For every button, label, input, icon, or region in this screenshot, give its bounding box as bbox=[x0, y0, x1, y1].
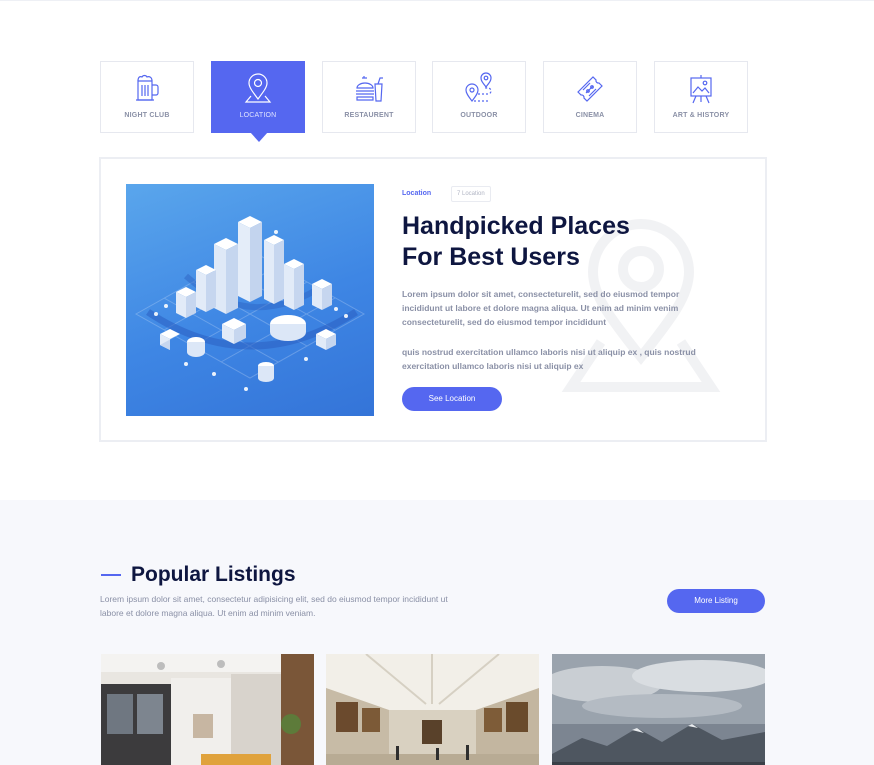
feature-card: Location 7 Location Handpicked Places Fo… bbox=[99, 157, 767, 442]
section-description: Lorem ipsum dolor sit amet, consectetur … bbox=[100, 594, 448, 618]
feature-paragraph-2: quis nostrud exercitation ullamco labori… bbox=[402, 347, 696, 371]
tab-art-history[interactable]: ART & HISTORY bbox=[654, 61, 748, 133]
easel-painting-icon bbox=[655, 72, 747, 106]
feature-paragraph-1: Lorem ipsum dolor sit amet, consecteture… bbox=[402, 289, 680, 327]
top-divider bbox=[0, 0, 874, 1]
more-listing-button[interactable]: More Listing bbox=[667, 589, 765, 613]
art-gallery-photo[interactable] bbox=[326, 654, 539, 765]
tab-night-club[interactable]: NIGHT CLUB bbox=[100, 61, 194, 133]
tab-label: OUTDOOR bbox=[460, 112, 498, 119]
map-pin-icon bbox=[212, 72, 304, 106]
tab-label: NIGHT CLUB bbox=[124, 112, 170, 119]
see-location-button[interactable]: See Location bbox=[402, 387, 502, 411]
ticket-icon bbox=[544, 72, 636, 106]
feature-headline: Handpicked Places For Best Users bbox=[402, 211, 702, 273]
popular-listings-section: Popular Listings Lorem ipsum dolor sit a… bbox=[0, 500, 874, 765]
restaurant-interior-photo[interactable] bbox=[101, 654, 314, 765]
section-title: Popular Listings bbox=[131, 563, 296, 586]
tab-restaurent[interactable]: RESTAURENT bbox=[322, 61, 416, 133]
city-illustration-svg bbox=[134, 216, 366, 391]
tab-outdoor[interactable]: OUTDOOR bbox=[432, 61, 526, 133]
location-count-badge: 7 Location bbox=[451, 186, 491, 202]
tab-label: CINEMA bbox=[575, 112, 605, 119]
category-tabs: NIGHT CLUB LOCATION RESTAURENT OUTDOOR C… bbox=[100, 61, 750, 145]
beer-mug-icon bbox=[101, 72, 193, 106]
title-accent-dash bbox=[101, 574, 121, 576]
tab-cinema[interactable]: CINEMA bbox=[543, 61, 637, 133]
tab-label: RESTAURENT bbox=[344, 112, 394, 119]
route-pin-icon bbox=[433, 72, 525, 106]
burger-drink-icon bbox=[323, 72, 415, 106]
tab-location[interactable]: LOCATION bbox=[211, 61, 305, 142]
isometric-city-illustration bbox=[126, 184, 374, 416]
tab-label: LOCATION bbox=[239, 112, 277, 119]
headline-line-2: For Best Users bbox=[402, 243, 580, 271]
mountain-landscape-photo[interactable] bbox=[552, 654, 765, 765]
headline-line-1: Handpicked Places bbox=[402, 212, 630, 240]
feature-tag[interactable]: Location bbox=[402, 190, 431, 197]
tab-label: ART & HISTORY bbox=[672, 112, 730, 119]
